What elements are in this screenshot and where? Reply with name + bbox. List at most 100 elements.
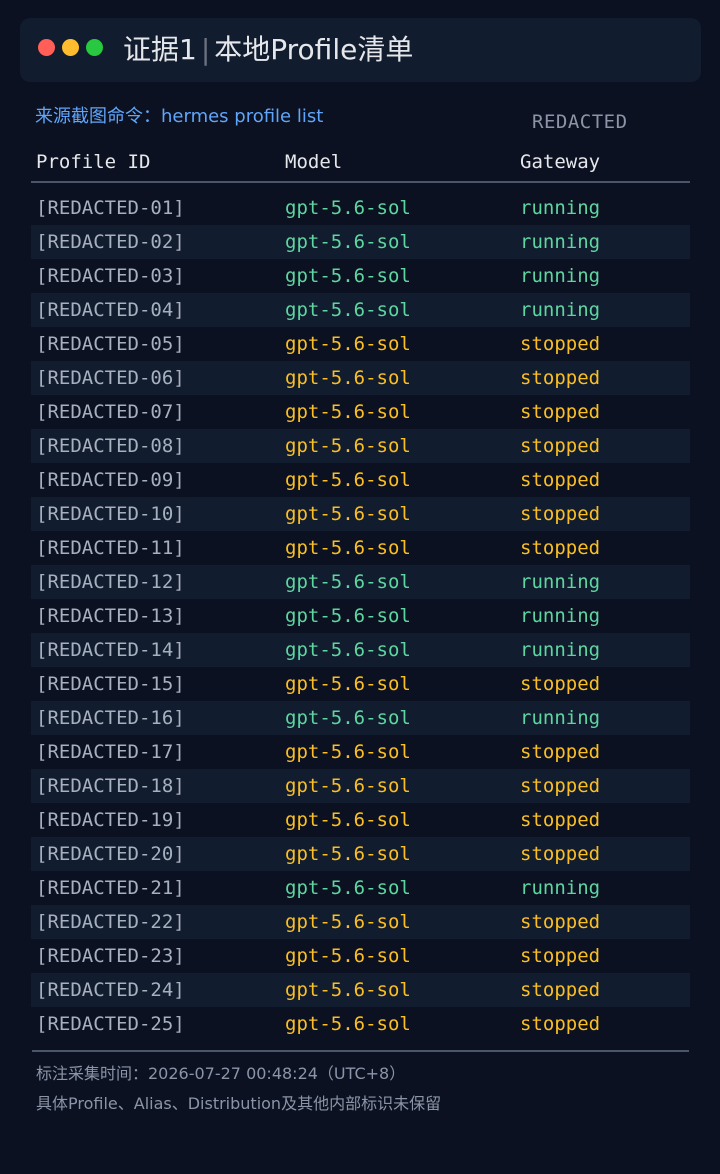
table-row: [REDACTED-07] gpt-5.6-sol stopped xyxy=(31,395,690,429)
table-row: [REDACTED-02] gpt-5.6-sol running xyxy=(31,225,690,259)
table-row: [REDACTED-14] gpt-5.6-sol running xyxy=(31,633,690,667)
model-cell: gpt-5.6-sol xyxy=(285,571,411,593)
model-cell: gpt-5.6-sol xyxy=(285,1013,411,1035)
gateway-status-cell: stopped xyxy=(520,945,601,967)
model-cell: gpt-5.6-sol xyxy=(285,639,411,661)
profile-id-cell: [REDACTED-16] xyxy=(36,707,185,729)
table-row: [REDACTED-09] gpt-5.6-sol stopped xyxy=(31,463,690,497)
table-row: [REDACTED-16] gpt-5.6-sol running xyxy=(31,701,690,735)
gateway-status-cell: stopped xyxy=(520,469,601,491)
gateway-status-cell: running xyxy=(520,265,601,287)
table-row: [REDACTED-18] gpt-5.6-sol stopped xyxy=(31,769,690,803)
profile-id-cell: [REDACTED-05] xyxy=(36,333,185,355)
model-cell: gpt-5.6-sol xyxy=(285,809,411,831)
model-cell: gpt-5.6-sol xyxy=(285,775,411,797)
gateway-status-cell: stopped xyxy=(520,979,601,1001)
redacted-tag: REDACTED xyxy=(532,111,628,133)
model-cell: gpt-5.6-sol xyxy=(285,231,411,253)
window-title: 证据1 | 本地Profile清单 xyxy=(123,31,413,69)
gateway-status-cell: stopped xyxy=(520,911,601,933)
profile-id-cell: [REDACTED-12] xyxy=(36,571,185,593)
profile-id-cell: [REDACTED-21] xyxy=(36,877,185,899)
profile-id-cell: [REDACTED-13] xyxy=(36,605,185,627)
gateway-status-cell: stopped xyxy=(520,809,601,831)
profile-id-cell: [REDACTED-11] xyxy=(36,537,185,559)
gateway-status-cell: running xyxy=(520,231,601,253)
model-cell: gpt-5.6-sol xyxy=(285,605,411,627)
gateway-status-cell: stopped xyxy=(520,401,601,423)
profile-id-cell: [REDACTED-17] xyxy=(36,741,185,763)
title-separator: | xyxy=(200,33,211,66)
model-cell: gpt-5.6-sol xyxy=(285,265,411,287)
table-row: [REDACTED-08] gpt-5.6-sol stopped xyxy=(31,429,690,463)
profile-id-cell: [REDACTED-15] xyxy=(36,673,185,695)
table-row: [REDACTED-22] gpt-5.6-sol stopped xyxy=(31,905,690,939)
model-cell: gpt-5.6-sol xyxy=(285,707,411,729)
gateway-status-cell: running xyxy=(520,877,601,899)
close-window-button[interactable] xyxy=(38,39,55,56)
gateway-status-cell: stopped xyxy=(520,537,601,559)
model-cell: gpt-5.6-sol xyxy=(285,401,411,423)
table-row: [REDACTED-01] gpt-5.6-sol running xyxy=(31,191,690,225)
profile-id-cell: [REDACTED-04] xyxy=(36,299,185,321)
gateway-status-cell: stopped xyxy=(520,435,601,457)
minimize-window-button[interactable] xyxy=(62,39,79,56)
profile-id-cell: [REDACTED-23] xyxy=(36,945,185,967)
gateway-status-cell: stopped xyxy=(520,673,601,695)
gateway-status-cell: running xyxy=(520,299,601,321)
table-row: [REDACTED-06] gpt-5.6-sol stopped xyxy=(31,361,690,395)
maximize-window-button[interactable] xyxy=(86,39,103,56)
gateway-status-cell: stopped xyxy=(520,775,601,797)
table-row: [REDACTED-17] gpt-5.6-sol stopped xyxy=(31,735,690,769)
gateway-status-cell: stopped xyxy=(520,843,601,865)
gateway-status-cell: running xyxy=(520,639,601,661)
model-cell: gpt-5.6-sol xyxy=(285,197,411,219)
table-header: Profile ID Model Gateway xyxy=(31,145,690,183)
gateway-status-cell: running xyxy=(520,571,601,593)
table-body: [REDACTED-01] gpt-5.6-sol running [REDACTED… xyxy=(31,191,690,1041)
table-row: [REDACTED-19] gpt-5.6-sol stopped xyxy=(31,803,690,837)
model-cell: gpt-5.6-sol xyxy=(285,333,411,355)
model-cell: gpt-5.6-sol xyxy=(285,503,411,525)
table-row: [REDACTED-04] gpt-5.6-sol running xyxy=(31,293,690,327)
table-row: [REDACTED-24] gpt-5.6-sol stopped xyxy=(31,973,690,1007)
profile-id-cell: [REDACTED-10] xyxy=(36,503,185,525)
profile-table: Profile ID Model Gateway [REDACTED-01] gp… xyxy=(31,145,690,1041)
header-profile-id: Profile ID xyxy=(36,151,151,173)
model-cell: gpt-5.6-sol xyxy=(285,299,411,321)
redaction-note: 具体Profile、Alias、Distribution及其他内部标识未保留 xyxy=(36,1094,442,1113)
table-row: [REDACTED-21] gpt-5.6-sol running xyxy=(31,871,690,905)
header-gateway: Gateway xyxy=(520,151,601,173)
table-row: [REDACTED-03] gpt-5.6-sol running xyxy=(31,259,690,293)
profile-id-cell: [REDACTED-03] xyxy=(36,265,185,287)
header-model: Model xyxy=(285,151,343,173)
table-row: [REDACTED-13] gpt-5.6-sol running xyxy=(31,599,690,633)
profile-id-cell: [REDACTED-07] xyxy=(36,401,185,423)
gateway-status-cell: stopped xyxy=(520,741,601,763)
profile-id-cell: [REDACTED-02] xyxy=(36,231,185,253)
model-cell: gpt-5.6-sol xyxy=(285,469,411,491)
table-row: [REDACTED-25] gpt-5.6-sol stopped xyxy=(31,1007,690,1041)
profile-id-cell: [REDACTED-19] xyxy=(36,809,185,831)
profile-id-cell: [REDACTED-18] xyxy=(36,775,185,797)
table-row: [REDACTED-20] gpt-5.6-sol stopped xyxy=(31,837,690,871)
model-cell: gpt-5.6-sol xyxy=(285,945,411,967)
gateway-status-cell: stopped xyxy=(520,367,601,389)
profile-id-cell: [REDACTED-25] xyxy=(36,1013,185,1035)
profile-id-cell: [REDACTED-08] xyxy=(36,435,185,457)
profile-id-cell: [REDACTED-01] xyxy=(36,197,185,219)
model-cell: gpt-5.6-sol xyxy=(285,673,411,695)
model-cell: gpt-5.6-sol xyxy=(285,911,411,933)
gateway-status-cell: running xyxy=(520,605,601,627)
gateway-status-cell: running xyxy=(520,707,601,729)
model-cell: gpt-5.6-sol xyxy=(285,843,411,865)
source-command-label: 来源截图命令：hermes profile list xyxy=(35,106,324,127)
footer-divider xyxy=(32,1050,689,1052)
profile-id-cell: [REDACTED-09] xyxy=(36,469,185,491)
model-cell: gpt-5.6-sol xyxy=(285,877,411,899)
model-cell: gpt-5.6-sol xyxy=(285,979,411,1001)
gateway-status-cell: stopped xyxy=(520,333,601,355)
gateway-status-cell: running xyxy=(520,197,601,219)
table-row: [REDACTED-11] gpt-5.6-sol stopped xyxy=(31,531,690,565)
profile-id-cell: [REDACTED-06] xyxy=(36,367,185,389)
